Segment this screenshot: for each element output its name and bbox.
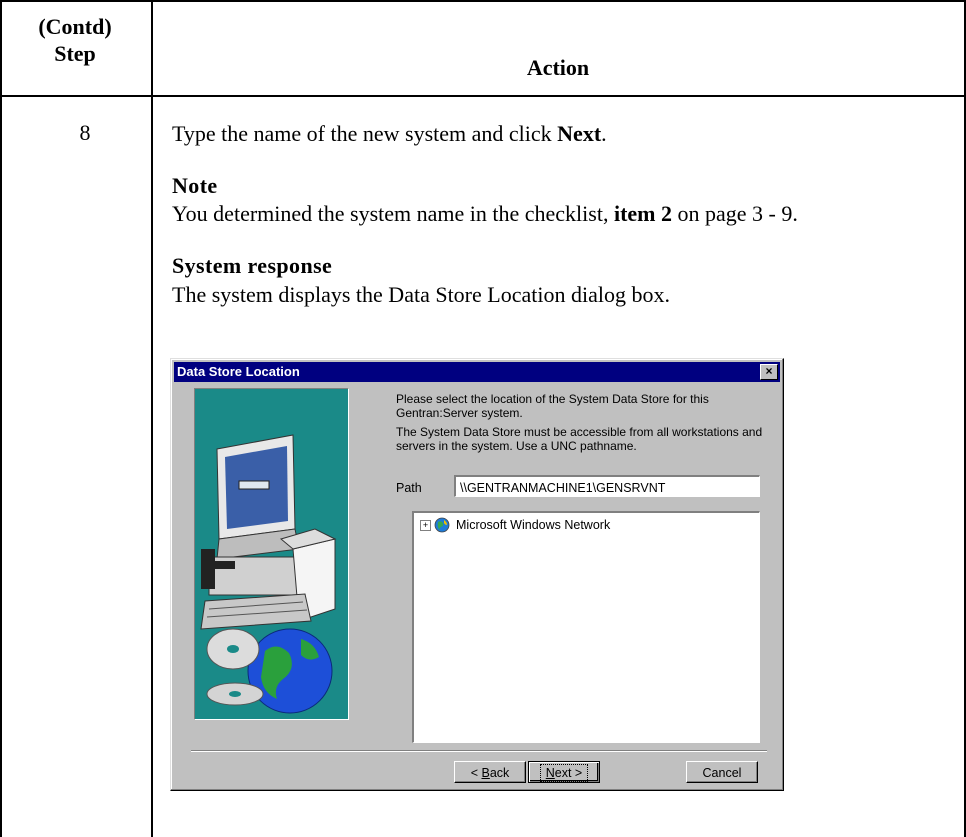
note-post: on page 3 - 9. [672, 201, 798, 226]
computer-cd-globe-illustration [194, 388, 349, 720]
step-number: 8 [79, 120, 91, 145]
back-rest: ack [489, 766, 510, 780]
back-button[interactable]: < Back [454, 761, 526, 783]
back-prefix: < [470, 766, 482, 780]
instruction-post: . [601, 121, 607, 146]
dialog-titlebar: Data Store Location × [174, 362, 780, 382]
instruction-text: Type the name of the new system and clic… [172, 120, 607, 147]
note-pre: You determined the system name in the ch… [172, 201, 614, 226]
step-header-line1: (Contd) [38, 14, 112, 39]
note-text: You determined the system name in the ch… [172, 200, 798, 227]
next-accel: N [545, 766, 555, 780]
tree-item-label: Microsoft Windows Network [456, 518, 611, 532]
path-label: Path [396, 481, 422, 495]
action-column-header: Action [526, 55, 590, 80]
note-bold: item 2 [613, 201, 672, 226]
response-heading: System response [172, 253, 333, 278]
step-header-line2: Step [54, 41, 96, 66]
instruction-bold: Next [557, 121, 602, 146]
tree-item-microsoft-windows-network[interactable]: + Microsoft Windows Network [420, 517, 610, 533]
dialog-separator [191, 750, 767, 752]
header-divider [0, 95, 966, 97]
next-button[interactable]: Next > [528, 761, 600, 783]
cancel-button[interactable]: Cancel [686, 761, 758, 783]
response-text: The system displays the Data Store Locat… [172, 282, 670, 307]
step-column-header: (Contd) Step [20, 13, 130, 67]
network-tree-view[interactable]: + Microsoft Windows Network [412, 511, 760, 743]
globe-network-icon [434, 517, 450, 533]
back-accel: B [481, 766, 490, 780]
path-input[interactable]: \\GENTRANMACHINE1\GENSRVNT [454, 475, 760, 497]
table-left-border [0, 0, 2, 837]
dialog-instruction-1: Please select the location of the System… [396, 392, 709, 420]
dialog-title: Data Store Location [177, 364, 300, 379]
dialog-instruction-2: The System Data Store must be accessible… [396, 425, 763, 453]
close-button[interactable]: × [760, 364, 778, 380]
illustration-graphic [200, 434, 337, 714]
table-top-border [0, 0, 966, 2]
note-heading: Note [172, 173, 218, 198]
next-label: Next > [539, 764, 589, 782]
close-icon: × [765, 364, 773, 378]
instruction-pre: Type the name of the new system and clic… [172, 121, 558, 146]
next-rest: ext > [554, 766, 583, 780]
data-store-location-dialog: Data Store Location × Please select the … [170, 358, 784, 791]
column-divider [151, 0, 153, 837]
expand-icon[interactable]: + [420, 519, 431, 531]
